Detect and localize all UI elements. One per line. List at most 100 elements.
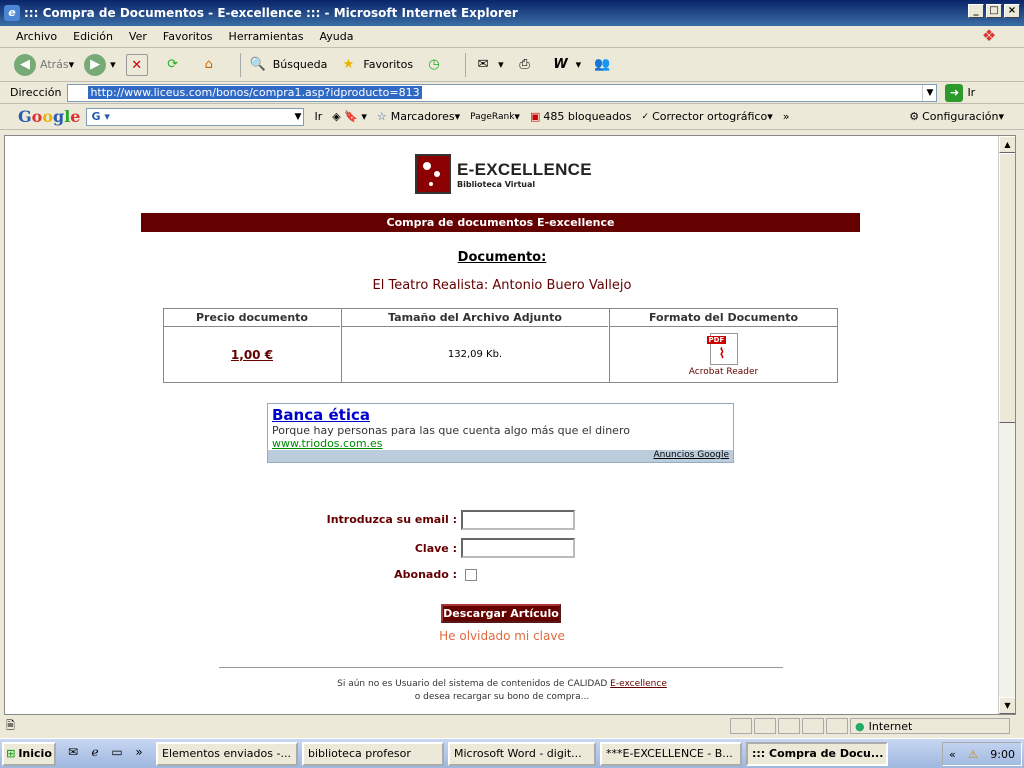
star-outline-icon: ☆ (376, 110, 387, 123)
forward-arrow-icon: ▶ (84, 53, 107, 76)
taskbar: ⊞ Inicio ✉ ℯ ▭ » Elementos enviados -... … (0, 738, 1024, 768)
google-search-input[interactable]: G ▾ ▼ (86, 107, 305, 126)
clock: 9:00 (990, 747, 1015, 761)
task-compra[interactable]: ::: Compra de Docu... (746, 741, 888, 766)
web-page: E-EXCELLENCE Biblioteca Virtual Compra d… (5, 136, 999, 714)
menu-archivo[interactable]: Archivo (8, 30, 65, 43)
maximize-button[interactable]: □ (986, 4, 1002, 18)
print-button[interactable]: ⎙ (514, 54, 540, 76)
favorites-label: Favoritos (363, 58, 414, 71)
ie-icon: e (4, 5, 20, 21)
history-button[interactable]: ◷ (423, 54, 449, 76)
email-field[interactable] (461, 510, 575, 530)
spellcheck-label: Corrector ortográfico (652, 110, 768, 123)
address-bar: Dirección http://www.liceus.com/bonos/co… (0, 82, 1024, 104)
download-button[interactable]: Descargar Artículo (441, 604, 561, 623)
address-input[interactable]: http://www.liceus.com/bonos/compra1.asp?… (67, 83, 938, 102)
google-tools-icons[interactable]: ◈ 🔖 ▾ (332, 110, 367, 123)
window-title: ::: Compra de Documentos - E-excellence … (24, 6, 518, 20)
settings-button[interactable]: ⚙ Configuración ▾ (909, 110, 1004, 123)
go-label: Ir (967, 86, 976, 99)
email-label: Introduzca su email : (326, 513, 457, 526)
menu-edicion[interactable]: Edición (65, 30, 121, 43)
scroll-down-icon[interactable]: ▼ (999, 697, 1015, 714)
task-label: ::: Compra de Docu... (752, 747, 884, 760)
forward-button[interactable]: ▶ ▾ (84, 53, 116, 76)
quicklaunch-more-icon[interactable]: » (130, 745, 148, 763)
password-field[interactable] (461, 538, 575, 558)
address-url[interactable]: http://www.liceus.com/bonos/compra1.asp?… (88, 86, 422, 99)
start-button[interactable]: ⊞ Inicio (2, 741, 56, 766)
bookmarks-label: Marcadores (390, 110, 455, 123)
gear-icon: ⚙ (909, 110, 920, 123)
document-info-table: Precio documento Tamaño del Archivo Adju… (163, 308, 838, 383)
vertical-scrollbar[interactable]: ▲ ▼ (998, 136, 1015, 714)
bookmarks-button[interactable]: ☆ Marcadores ▾ (377, 110, 460, 123)
refresh-icon: ⟳ (167, 56, 179, 72)
ad-description: Porque hay personas para las que cuenta … (272, 424, 630, 437)
mail-button[interactable]: ✉ ▾ (472, 54, 504, 76)
quick-launch: ✉ ℯ ▭ » (64, 745, 148, 763)
popup-blocker-icon: ▣ (529, 110, 541, 123)
pdf-download[interactable]: PDF ⌇ Acrobat Reader (689, 332, 758, 377)
home-button[interactable]: ⌂ (198, 54, 224, 76)
scroll-up-icon[interactable]: ▲ (999, 136, 1015, 153)
footer-link[interactable]: E-excellence (610, 679, 667, 689)
subscribed-checkbox[interactable] (465, 569, 477, 581)
zone-indicator: ● Internet (850, 718, 1010, 734)
google-toolbar: Google G ▾ ▼ Ir ◈ 🔖 ▾ ☆ Marcadores ▾ PageRa… (0, 104, 1024, 130)
word-button[interactable]: W ▾ (550, 54, 581, 76)
printer-icon: ⎙ (519, 56, 530, 72)
refresh-button[interactable]: ⟳ (162, 54, 188, 76)
popup-blocker-button[interactable]: ▣ 485 bloqueados (530, 110, 632, 123)
minimize-button[interactable]: _ (968, 4, 984, 18)
menu-favoritos[interactable]: Favoritos (155, 30, 221, 43)
title-bar: e ::: Compra de Documentos - E-excellenc… (0, 0, 1024, 26)
task-word[interactable]: Microsoft Word - digit... (448, 741, 596, 766)
tray-expand-icon[interactable]: « (949, 748, 956, 761)
site-logo: E-EXCELLENCE Biblioteca Virtual (415, 154, 592, 194)
system-tray: « ⚠ 9:00 (942, 742, 1022, 766)
google-go-button[interactable]: Ir (314, 110, 322, 123)
task-label: biblioteca profesor (308, 747, 411, 760)
address-label: Dirección (10, 86, 62, 99)
footer-line2: o desea recargar su bono de compra... (414, 692, 590, 702)
pdf-tag: PDF (706, 335, 727, 344)
task-folder[interactable]: biblioteca profesor (302, 741, 444, 766)
menu-bar: Archivo Edición Ver Favoritos Herramient… (0, 26, 1024, 48)
scroll-thumb[interactable] (999, 153, 1015, 423)
ad-url[interactable]: www.triodos.com.es (272, 437, 729, 450)
task-excellence[interactable]: ***E-EXCELLENCE - B... (600, 741, 742, 766)
go-button[interactable]: ➜ Ir (945, 83, 976, 102)
google-logo[interactable]: Google (18, 107, 80, 126)
warning-icon[interactable]: ⚠ (968, 748, 978, 761)
outlook-icon[interactable]: ✉ (64, 745, 82, 763)
subscribed-label: Abonado : (394, 568, 457, 581)
mail-icon: ✉ (477, 56, 489, 72)
footer-text: Si aún no es Usuario del sistema de cont… (5, 678, 999, 704)
menu-herramientas[interactable]: Herramientas (221, 30, 312, 43)
back-button[interactable]: ◀ Atrás ▾ (14, 53, 74, 76)
stop-button[interactable]: ✕ (125, 53, 152, 76)
ad-footer[interactable]: Anuncios Google (268, 450, 733, 462)
task-sent-items[interactable]: Elementos enviados -... (156, 741, 298, 766)
favorites-button[interactable]: ★ Favoritos (337, 54, 413, 76)
close-button[interactable]: × (1004, 4, 1020, 18)
address-dropdown-icon[interactable]: ▼ (922, 84, 936, 101)
forgot-password-link[interactable]: He olvidado mi clave (5, 629, 999, 643)
menu-ver[interactable]: Ver (121, 30, 155, 43)
menu-ayuda[interactable]: Ayuda (311, 30, 361, 43)
price-link[interactable]: 1,00 € (231, 348, 273, 362)
messenger-button[interactable]: 👥 (591, 54, 617, 76)
more-chevron-icon[interactable]: » (783, 110, 790, 123)
desktop-icon[interactable]: ▭ (108, 745, 126, 763)
windows-flag-icon: ⊞ (6, 747, 16, 760)
search-button[interactable]: 🔍 Búsqueda (247, 54, 328, 76)
start-label: Inicio (18, 747, 52, 760)
standard-toolbar: ◀ Atrás ▾ ▶ ▾ ✕ ⟳ ⌂ 🔍 Búsqueda ★ Favorit… (0, 48, 1024, 82)
ie-quicklaunch-icon[interactable]: ℯ (86, 745, 104, 763)
pagerank-button[interactable]: PageRank ▾ (470, 110, 520, 123)
search-label: Búsqueda (272, 58, 328, 71)
spellcheck-button[interactable]: ✓ Corrector ortográfico ▾ (642, 110, 773, 123)
ad-title[interactable]: Banca ética (272, 406, 729, 424)
